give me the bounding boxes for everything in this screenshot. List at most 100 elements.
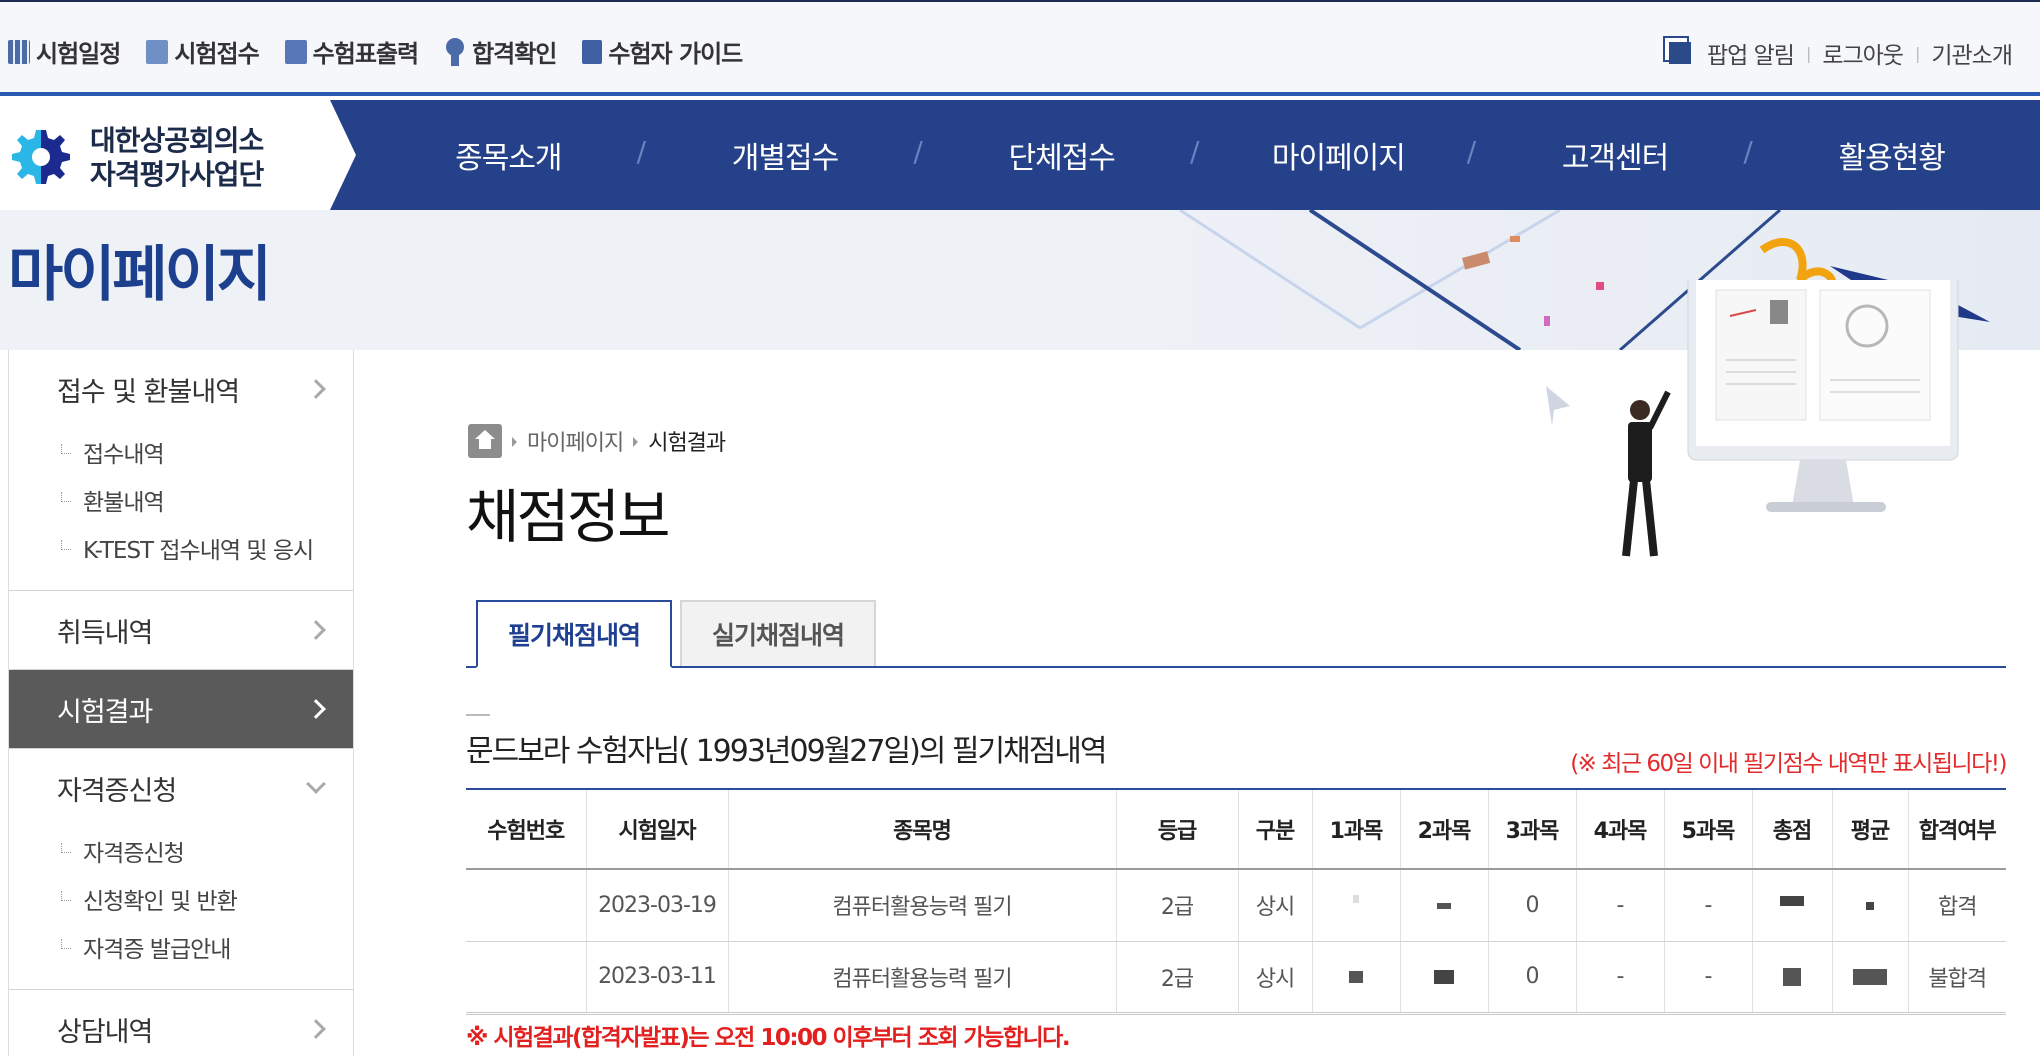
gnb-item-group[interactable]: 단체접수 bbox=[913, 133, 1200, 177]
util-label: 합격확인 bbox=[472, 40, 557, 68]
cell-exam-no bbox=[466, 941, 586, 1015]
ribbon-icon bbox=[444, 37, 466, 66]
cell-subject1-redacted bbox=[1311, 941, 1400, 1015]
gnb-item-individual[interactable]: 개별접수 bbox=[637, 133, 924, 177]
footnote-text: ※ 시험결과(합격자발표)는 오전 10:00 이후부터 조회 가능합니다. bbox=[466, 1025, 1071, 1051]
redaction-mark bbox=[1353, 894, 1359, 903]
popup-icon bbox=[1668, 42, 1691, 64]
cell-pass: 불합격 bbox=[1907, 941, 2006, 1015]
results-table: 수험번호 시험일자 종목명 등급 구분 1과목 2과목 3과목 4과목 5과목 … bbox=[466, 788, 2006, 1015]
sidebar-item-certificate[interactable]: 자격증신청 bbox=[9, 749, 353, 827]
sidebar-subitem-label: 신청확인 및 반환 bbox=[83, 889, 238, 915]
notice-text: (※ 최근 60일 이내 필기점수 내역만 표시됩니다!) bbox=[1570, 751, 2007, 777]
cell-type: 상시 bbox=[1237, 869, 1312, 942]
sidebar-item-consultation[interactable]: 상담내역 bbox=[9, 990, 353, 1056]
logo-text: 대한상공회의소 자격평가사업단 bbox=[90, 124, 264, 192]
cell-average-redacted bbox=[1831, 941, 1908, 1015]
cell-subject3: 0 bbox=[1487, 941, 1576, 1015]
col-exam-no: 수험번호 bbox=[466, 788, 586, 870]
result-tabs: 필기채점내역 실기채점내역 bbox=[466, 600, 2006, 668]
gnb-item-intro[interactable]: 종목소개 bbox=[370, 133, 647, 177]
about-link[interactable]: 기관소개 bbox=[1931, 36, 2013, 70]
gnb-item-mypage[interactable]: 마이페이지 bbox=[1190, 133, 1477, 177]
utility-left: 시험일정 시험접수 수험표출력 합격확인 수험자 가이드 bbox=[8, 34, 743, 69]
cell-subject1-redacted bbox=[1311, 869, 1400, 942]
sidebar-submenu: 접수내역 환불내역 K-TEST 접수내역 및 응시 bbox=[9, 428, 353, 590]
sidebar-item-label: 취득내역 bbox=[57, 617, 153, 649]
breadcrumb-current: 시험결과 bbox=[648, 431, 726, 456]
sidebar-item-label: 자격증신청 bbox=[57, 775, 177, 807]
gnb-item-support[interactable]: 고객센터 bbox=[1467, 133, 1754, 177]
sidebar-item-registration-refund[interactable]: 접수 및 환불내역 bbox=[9, 350, 353, 428]
util-print-ticket[interactable]: 수험표출력 bbox=[284, 34, 419, 69]
utility-right: 팝업 알림 | 로그아웃 | 기관소개 bbox=[1668, 36, 2013, 70]
col-grade: 등급 bbox=[1115, 788, 1238, 870]
col-subject2: 2과목 bbox=[1399, 788, 1488, 870]
sidebar-item-acquisition[interactable]: 취득내역 bbox=[9, 591, 353, 669]
util-guide[interactable]: 수험자 가이드 bbox=[582, 34, 743, 69]
sidebar-subitem-registration[interactable]: 접수내역 bbox=[9, 428, 353, 476]
sidebar-subitem-label: 자격증 발급안내 bbox=[83, 937, 231, 963]
util-label: 시험일정 bbox=[36, 40, 121, 68]
cell-subject4: - bbox=[1575, 869, 1664, 942]
col-exam-date: 시험일자 bbox=[585, 788, 728, 870]
redaction-mark bbox=[1437, 902, 1451, 909]
cell-exam-date: 2023-03-19 bbox=[585, 869, 728, 942]
util-label: 수험자 가이드 bbox=[608, 40, 743, 68]
chevron-right-icon bbox=[306, 699, 326, 719]
breadcrumb-mypage[interactable]: 마이페이지 bbox=[527, 425, 624, 457]
tab-practical-score[interactable]: 실기채점내역 bbox=[680, 600, 876, 666]
col-subject4: 4과목 bbox=[1575, 788, 1664, 870]
cell-exam-date: 2023-03-11 bbox=[585, 941, 728, 1015]
sidebar-section: 상담내역 bbox=[9, 990, 353, 1056]
col-subject3: 3과목 bbox=[1487, 788, 1576, 870]
logout-link[interactable]: 로그아웃 bbox=[1822, 36, 1904, 70]
cell-exam-no bbox=[466, 869, 586, 942]
table-row: 2023-03-19 컴퓨터활용능력 필기 2급 상시 0 - - 합격 bbox=[466, 869, 2006, 942]
tree-dot-icon bbox=[61, 843, 71, 853]
tree-dot-icon bbox=[61, 444, 71, 454]
sidebar-subitem-cert-guide[interactable]: 자격증 발급안내 bbox=[9, 923, 353, 971]
sidebar-item-label: 시험결과 bbox=[57, 696, 153, 728]
sidebar-subitem-refund[interactable]: 환불내역 bbox=[9, 476, 353, 524]
util-exam-apply[interactable]: 시험접수 bbox=[146, 34, 260, 69]
cell-total-redacted bbox=[1751, 869, 1832, 942]
tab-written-score[interactable]: 필기채점내역 bbox=[476, 600, 672, 668]
util-label: 수험표출력 bbox=[312, 40, 419, 68]
util-label: 시험접수 bbox=[174, 40, 259, 68]
tree-dot-icon bbox=[61, 891, 71, 901]
cell-subject5: - bbox=[1663, 869, 1752, 942]
util-exam-schedule[interactable]: 시험일정 bbox=[8, 34, 121, 69]
popup-alert-link[interactable]: 팝업 알림 bbox=[1707, 36, 1795, 70]
print-icon bbox=[284, 39, 307, 64]
cell-subject-name: 컴퓨터활용능력 필기 bbox=[727, 869, 1116, 942]
divider: | bbox=[1914, 43, 1920, 63]
caret-right-icon bbox=[512, 437, 517, 447]
book-icon bbox=[582, 39, 603, 64]
cell-total-redacted bbox=[1751, 941, 1832, 1015]
home-icon[interactable] bbox=[468, 424, 502, 458]
cell-average-redacted bbox=[1831, 869, 1908, 942]
sidebar-subitem-ktest[interactable]: K-TEST 접수내역 및 응시 bbox=[9, 524, 353, 572]
sidebar-submenu: 자격증신청 신청확인 및 반환 자격증 발급안내 bbox=[9, 827, 353, 989]
util-pass-check[interactable]: 합격확인 bbox=[444, 34, 557, 69]
chevron-right-icon bbox=[306, 379, 326, 399]
sidebar-item-exam-result[interactable]: 시험결과 bbox=[9, 670, 353, 748]
page-title: 채점정보 bbox=[466, 483, 670, 551]
sidebar-subitem-cert-check[interactable]: 신청확인 및 반환 bbox=[9, 875, 353, 923]
sidebar-section: 접수 및 환불내역 접수내역 환불내역 K-TEST 접수내역 및 응시 bbox=[9, 350, 353, 591]
redaction-mark bbox=[1780, 895, 1804, 906]
sidebar-subitem-label: 환불내역 bbox=[83, 490, 165, 516]
cell-subject2-redacted bbox=[1399, 869, 1488, 942]
gear-logo-icon bbox=[12, 130, 70, 184]
divider: | bbox=[1805, 43, 1811, 63]
sidebar-subitem-cert-apply[interactable]: 자격증신청 bbox=[9, 827, 353, 875]
table-header-row: 수험번호 시험일자 종목명 등급 구분 1과목 2과목 3과목 4과목 5과목 … bbox=[466, 788, 2006, 870]
gnb-item-usage[interactable]: 활용현황 bbox=[1743, 133, 2030, 177]
tree-dot-icon bbox=[61, 540, 71, 550]
cell-subject5: - bbox=[1663, 941, 1752, 1015]
logo[interactable]: 대한상공회의소 자격평가사업단 bbox=[0, 100, 356, 210]
table-row: 2023-03-11 컴퓨터활용능력 필기 2급 상시 0 - - 불합격 bbox=[466, 941, 2006, 1015]
col-average: 평균 bbox=[1831, 788, 1908, 870]
sidebar-section: 시험결과 bbox=[9, 670, 353, 749]
